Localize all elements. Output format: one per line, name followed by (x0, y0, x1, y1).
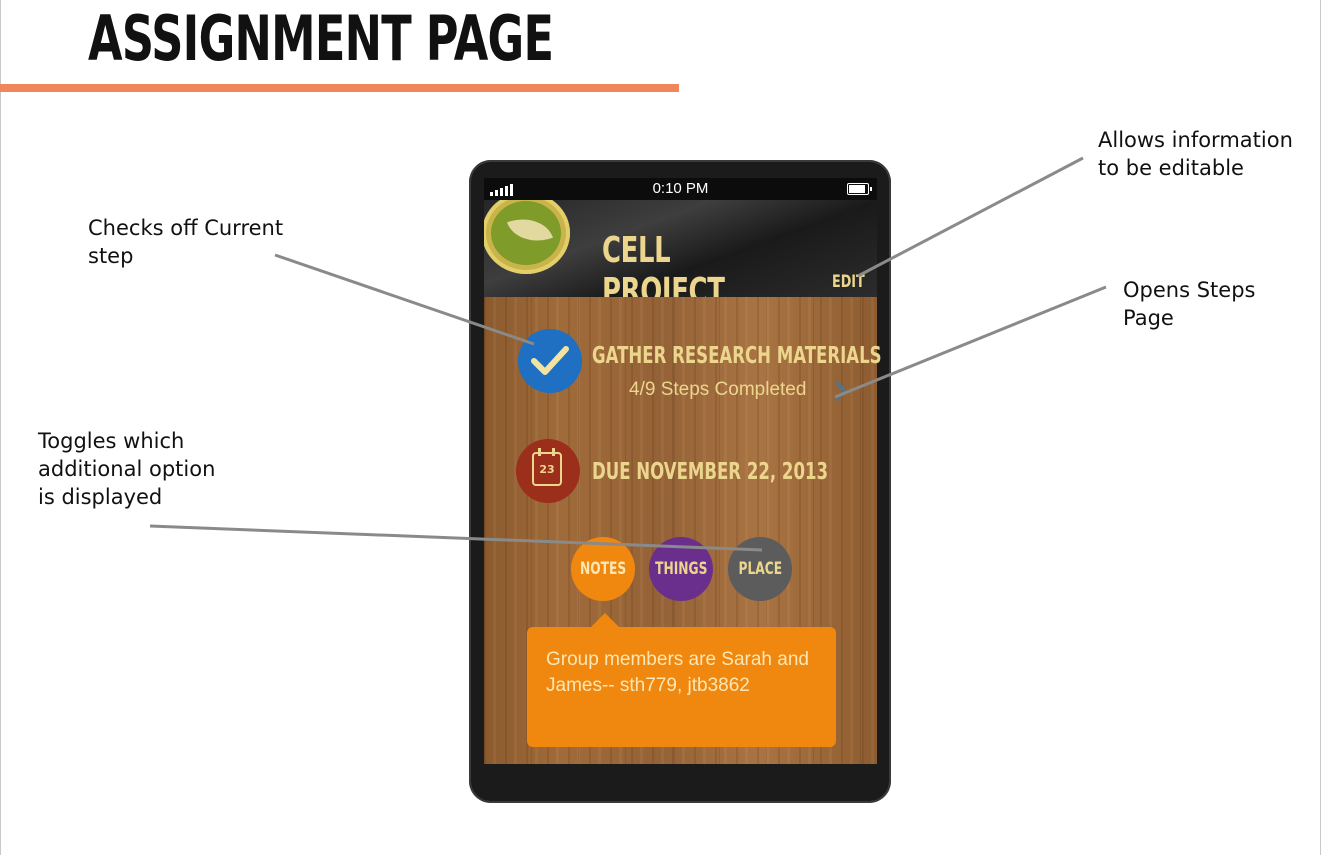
check-step-button[interactable] (518, 329, 582, 393)
notes-panel: Group members are Sarah and James-- sth7… (527, 613, 836, 747)
option-things-button[interactable]: THINGS (649, 537, 713, 601)
option-notes-label: NOTES (579, 559, 627, 579)
title-underline (0, 84, 679, 92)
status-bar: 0:10 PM (484, 178, 877, 200)
annotation-edit-info: Allows information to be editable (1098, 128, 1293, 180)
slide-title: ASSIGNMENT PAGE (88, 2, 554, 75)
assignment-content: GATHER RESEARCH MATERIALS 4/9 Steps Comp… (484, 297, 882, 764)
calendar-icon: 23 (532, 448, 562, 486)
option-notes-button[interactable]: NOTES (571, 537, 635, 601)
project-title: CELL PROJECT (602, 230, 725, 297)
battery-icon (847, 183, 872, 195)
option-place-label: PLACE (738, 559, 782, 579)
status-time: 0:10 PM (652, 180, 709, 197)
app-header: CELL PROJECT EDIT (484, 200, 877, 297)
current-step-name: GATHER RESEARCH MATERIALS (592, 343, 882, 369)
leaf-icon (484, 200, 570, 274)
calendar-badge: 23 (516, 439, 580, 503)
due-date: DUE NOVEMBER 22, 2013 (592, 459, 829, 485)
annotation-check-step: Checks off Current step (88, 216, 284, 268)
step-progress: 4/9 Steps Completed (629, 379, 807, 400)
check-icon (531, 346, 569, 375)
option-place-button[interactable]: PLACE (728, 537, 792, 601)
option-things-label: THINGS (654, 559, 708, 579)
annotation-open-steps: Opens Steps Page (1123, 278, 1256, 330)
edit-button[interactable]: EDIT (832, 272, 865, 292)
calendar-day: 23 (539, 463, 555, 476)
annotation-toggle-options: Toggles which additional option is displ… (38, 429, 216, 509)
phone-mockup: 0:10 PM CELL PROJECT EDIT GATHER RESEARC… (469, 160, 891, 803)
notes-text: Group members are Sarah and James-- sth7… (546, 649, 809, 696)
chevron-right-icon[interactable] (834, 380, 848, 402)
